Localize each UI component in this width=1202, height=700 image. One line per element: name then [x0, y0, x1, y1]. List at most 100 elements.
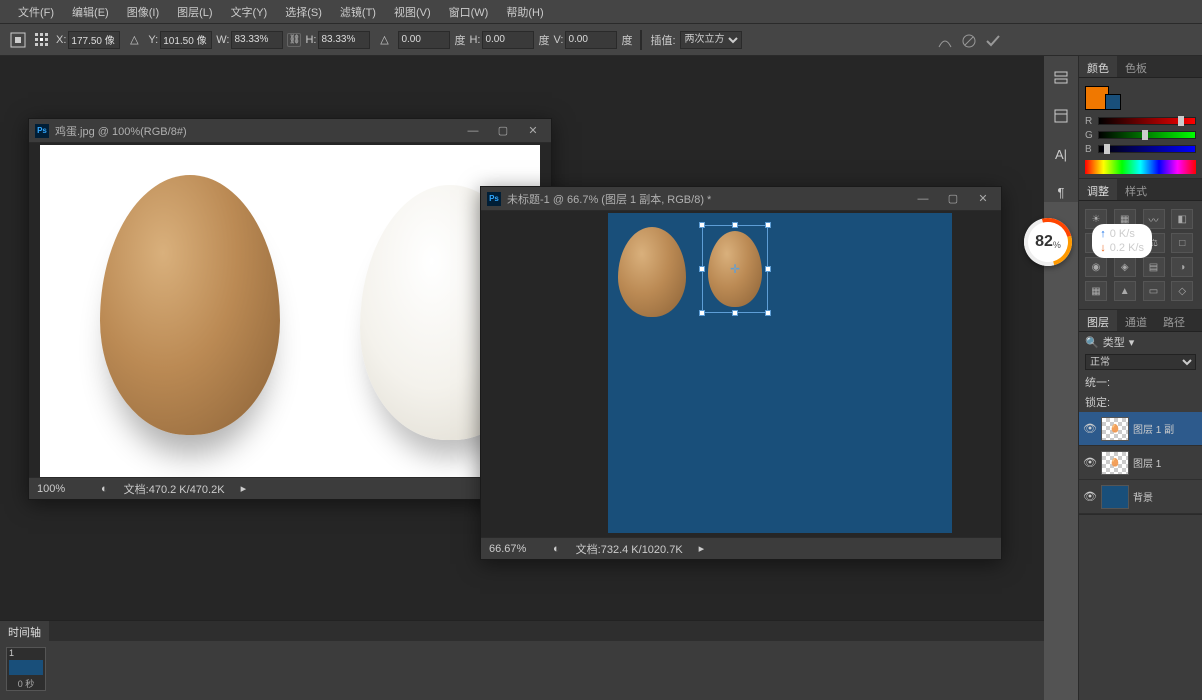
- layer-row-2[interactable]: 👁 🥚 图层 1: [1079, 446, 1202, 480]
- menu-window[interactable]: 窗口(W): [443, 2, 495, 22]
- layer-thumbnail[interactable]: [1101, 485, 1129, 509]
- document-window-2[interactable]: Ps 未标题-1 @ 66.7% (图层 1 副本, RGB/8) * — ▢ …: [480, 186, 1002, 560]
- maximize-button-1[interactable]: ▢: [491, 123, 515, 139]
- visibility-toggle-icon[interactable]: 👁: [1083, 490, 1097, 503]
- docinfo-menu-icon[interactable]: ▸: [241, 482, 247, 495]
- history-icon[interactable]: [1051, 68, 1071, 88]
- close-button-1[interactable]: ✕: [521, 123, 545, 139]
- spectrum-bar[interactable]: [1085, 160, 1196, 174]
- menu-select[interactable]: 选择(S): [279, 2, 328, 22]
- cancel-transform-icon[interactable]: [960, 32, 978, 50]
- background-color-swatch[interactable]: [1105, 94, 1121, 110]
- menu-layer[interactable]: 图层(L): [171, 2, 218, 22]
- adj-posterize-icon[interactable]: ▦: [1085, 281, 1107, 301]
- layer-row-1[interactable]: 👁 🥚 图层 1 副: [1079, 412, 1202, 446]
- adj-invert-icon[interactable]: ◑: [1171, 257, 1193, 277]
- h-field[interactable]: [318, 31, 370, 49]
- handle-right-mid[interactable]: [765, 266, 771, 272]
- canvas-1[interactable]: [29, 143, 551, 477]
- adj-exposure-icon[interactable]: ◧: [1171, 209, 1193, 229]
- kind-label: 类型: [1103, 334, 1125, 350]
- layer-thumbnail[interactable]: 🥚: [1101, 451, 1129, 475]
- reference-point-icon[interactable]: [32, 30, 52, 50]
- zoom-value-2[interactable]: 66.67%: [489, 543, 537, 555]
- character-icon[interactable]: A|: [1051, 144, 1071, 164]
- frame-delay[interactable]: 0 秒: [18, 677, 35, 690]
- paragraph-icon[interactable]: ¶: [1051, 182, 1071, 202]
- docinfo-menu-icon[interactable]: ▸: [699, 542, 705, 555]
- b-slider[interactable]: [1098, 145, 1196, 153]
- titlebar-2[interactable]: Ps 未标题-1 @ 66.7% (图层 1 副本, RGB/8) * — ▢ …: [481, 187, 1001, 211]
- menu-type[interactable]: 文字(Y): [225, 2, 274, 22]
- delta-icon[interactable]: △: [124, 30, 144, 50]
- tab-adjustments[interactable]: 调整: [1079, 179, 1117, 200]
- menu-help[interactable]: 帮助(H): [500, 2, 549, 22]
- close-button-2[interactable]: ✕: [971, 191, 995, 207]
- h-label: H:: [305, 34, 316, 46]
- interp-select[interactable]: 两次立方: [680, 31, 742, 49]
- layer-row-bg[interactable]: 👁 背景: [1079, 480, 1202, 514]
- transform-box[interactable]: ✛: [702, 225, 768, 313]
- layer-name[interactable]: 背景: [1133, 489, 1153, 504]
- doc-profile-icon[interactable]: ◐: [553, 543, 560, 555]
- adj-bw-icon[interactable]: □: [1171, 233, 1193, 253]
- doc-profile-icon[interactable]: ◐: [101, 483, 108, 495]
- tab-swatches[interactable]: 色板: [1117, 56, 1155, 77]
- menu-file[interactable]: 文件(F): [12, 2, 60, 22]
- filter-kind-icon[interactable]: 🔍: [1085, 336, 1099, 349]
- handle-bottom-right[interactable]: [765, 310, 771, 316]
- adj-gradient-map-icon[interactable]: ▭: [1143, 281, 1165, 301]
- minimize-button-2[interactable]: —: [911, 191, 935, 207]
- hskew-field[interactable]: [482, 31, 534, 49]
- transform-tool-icon[interactable]: [8, 30, 28, 50]
- minimize-button-1[interactable]: —: [461, 123, 485, 139]
- handle-bottom-left[interactable]: [699, 310, 705, 316]
- layer-name[interactable]: 图层 1: [1133, 455, 1161, 470]
- blend-mode-select[interactable]: 正常: [1085, 354, 1196, 370]
- maximize-button-2[interactable]: ▢: [941, 191, 965, 207]
- adj-photo-filter-icon[interactable]: ◉: [1085, 257, 1107, 277]
- tab-styles[interactable]: 样式: [1117, 179, 1155, 200]
- x-field[interactable]: [68, 31, 120, 49]
- properties-icon[interactable]: [1051, 106, 1071, 126]
- titlebar-1[interactable]: Ps 鸡蛋.jpg @ 100%(RGB/8#) — ▢ ✕: [29, 119, 551, 143]
- adj-lookup-icon[interactable]: ▤: [1143, 257, 1165, 277]
- adj-channel-mixer-icon[interactable]: ◈: [1114, 257, 1136, 277]
- layer-name[interactable]: 图层 1 副: [1133, 421, 1174, 436]
- system-monitor-badge[interactable]: 82 %: [1024, 218, 1072, 266]
- canvas-2[interactable]: ✛: [481, 211, 1001, 537]
- visibility-toggle-icon[interactable]: 👁: [1083, 456, 1097, 469]
- handle-left-mid[interactable]: [699, 266, 705, 272]
- tab-paths[interactable]: 路径: [1155, 310, 1193, 331]
- menu-image[interactable]: 图像(I): [121, 2, 165, 22]
- y-field[interactable]: [160, 31, 212, 49]
- menu-view[interactable]: 视图(V): [388, 2, 437, 22]
- tab-timeline[interactable]: 时间轴: [0, 621, 49, 641]
- tab-color[interactable]: 颜色: [1079, 56, 1117, 77]
- g-slider[interactable]: [1098, 131, 1196, 139]
- warp-mode-icon[interactable]: [936, 32, 954, 50]
- handle-bottom-mid[interactable]: [732, 310, 738, 316]
- transform-center-icon[interactable]: ✛: [729, 263, 741, 275]
- r-slider[interactable]: [1098, 117, 1196, 125]
- adj-threshold-icon[interactable]: ▲: [1114, 281, 1136, 301]
- w-field[interactable]: [231, 31, 283, 49]
- visibility-toggle-icon[interactable]: 👁: [1083, 422, 1097, 435]
- tab-channels[interactable]: 通道: [1117, 310, 1155, 331]
- handle-top-left[interactable]: [699, 222, 705, 228]
- adj-selective-icon[interactable]: ◇: [1171, 281, 1193, 301]
- tab-layers[interactable]: 图层: [1079, 310, 1117, 331]
- document-window-1[interactable]: Ps 鸡蛋.jpg @ 100%(RGB/8#) — ▢ ✕ 100% ◐ 文档…: [28, 118, 552, 500]
- chevron-down-icon[interactable]: ▾: [1129, 336, 1135, 349]
- zoom-value-1[interactable]: 100%: [37, 483, 85, 495]
- animation-frame[interactable]: 1 0 秒: [6, 647, 46, 691]
- link-wh-icon[interactable]: ⛓: [287, 33, 301, 47]
- handle-top-right[interactable]: [765, 222, 771, 228]
- menu-edit[interactable]: 编辑(E): [66, 2, 115, 22]
- layer-thumbnail[interactable]: 🥚: [1101, 417, 1129, 441]
- vskew-field[interactable]: [565, 31, 617, 49]
- angle-field[interactable]: [398, 31, 450, 49]
- handle-top-mid[interactable]: [732, 222, 738, 228]
- menu-filter[interactable]: 滤镜(T): [334, 2, 382, 22]
- commit-transform-icon[interactable]: [984, 32, 1002, 50]
